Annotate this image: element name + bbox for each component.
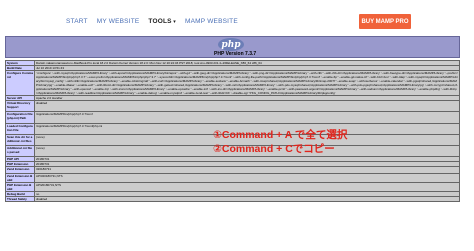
row-value: disabled bbox=[34, 100, 460, 112]
php-version-title: PHP Version 7.3.7 bbox=[214, 51, 257, 57]
nav-tools[interactable]: TOOLS ▾ bbox=[148, 18, 176, 25]
row-key: Configure Command bbox=[5, 70, 35, 96]
row-value: /Applications/MAMP/bin/php/php7.3.7/conf bbox=[34, 111, 460, 124]
row-key: Additional .ini files parsed bbox=[5, 145, 35, 157]
row-key: Zend Extension Build bbox=[5, 173, 35, 183]
buy-mamp-pro-button[interactable]: BUY MAMP PRO bbox=[359, 14, 411, 29]
table-row: Configuration File (php.ini) Path/Applic… bbox=[5, 111, 460, 124]
nav-mamp-website[interactable]: MAMP WEBSITE bbox=[185, 18, 238, 25]
row-key: Loaded Configuration File bbox=[5, 123, 35, 135]
row-key: Configuration File (php.ini) Path bbox=[5, 111, 35, 124]
instruction-annotation: ①Command + A で全て選択 ②Command + Cでコピー bbox=[213, 128, 347, 156]
table-row: Zend Extension 320180731 bbox=[5, 166, 460, 174]
mamp-top-bar: START MY WEBSITE TOOLS ▾ MAMP WEBSITE BU… bbox=[0, 0, 474, 34]
nav-tools-label: TOOLS bbox=[148, 18, 172, 25]
row-key: Scan this dir for additional .ini files bbox=[5, 134, 35, 146]
nav-start[interactable]: START bbox=[66, 18, 88, 25]
row-key: Thread Safety bbox=[5, 196, 35, 202]
phpinfo-panel: php PHP Version 7.3.7 System Darwin nakam… bbox=[5, 36, 460, 202]
main-nav: START MY WEBSITE TOOLS ▾ MAMP WEBSITE bbox=[66, 18, 238, 25]
row-value: disabled bbox=[34, 196, 460, 202]
nav-my-website[interactable]: MY WEBSITE bbox=[97, 18, 140, 25]
row-value: './configure' '--with-mysql=/Application… bbox=[34, 70, 460, 96]
chevron-down-icon: ▾ bbox=[171, 19, 177, 25]
table-row: Configure Command './configure' '--with-m… bbox=[5, 70, 460, 96]
instruction-line-2: ②Command + Cでコピー bbox=[213, 143, 335, 155]
instruction-line-1: ①Command + A で全て選択 bbox=[213, 129, 348, 141]
table-row: Thread Safety disabled bbox=[5, 196, 460, 202]
table-row: PHP Extension Build API20180731,NTS bbox=[5, 182, 460, 192]
row-key: Zend Extension bbox=[5, 166, 35, 174]
row-value: API20180731,NTS bbox=[34, 182, 460, 192]
php-header: php PHP Version 7.3.7 bbox=[5, 36, 460, 58]
php-logo-icon: php bbox=[218, 38, 244, 51]
row-value: API320180731,NTS bbox=[34, 173, 460, 183]
row-value: 320180731 bbox=[34, 166, 460, 174]
table-row: Virtual Directory Support disabled bbox=[5, 100, 460, 112]
row-key: Virtual Directory Support bbox=[5, 100, 35, 112]
table-row: Zend Extension Build API320180731,NTS bbox=[5, 173, 460, 183]
row-key: PHP Extension Build bbox=[5, 182, 35, 192]
